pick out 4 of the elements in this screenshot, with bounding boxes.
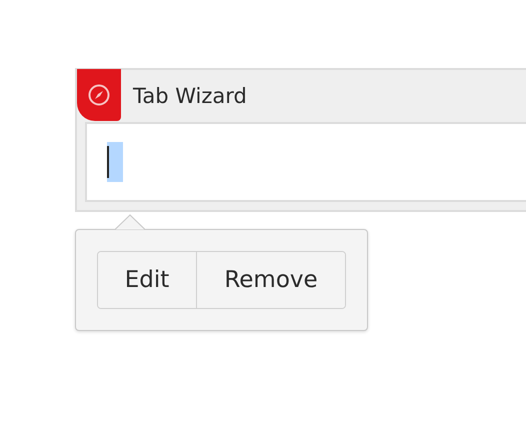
compass-icon <box>77 69 121 121</box>
extension-title: Tab Wizard <box>133 84 247 108</box>
remove-button[interactable]: Remove <box>196 252 345 308</box>
text-field[interactable] <box>85 122 526 202</box>
